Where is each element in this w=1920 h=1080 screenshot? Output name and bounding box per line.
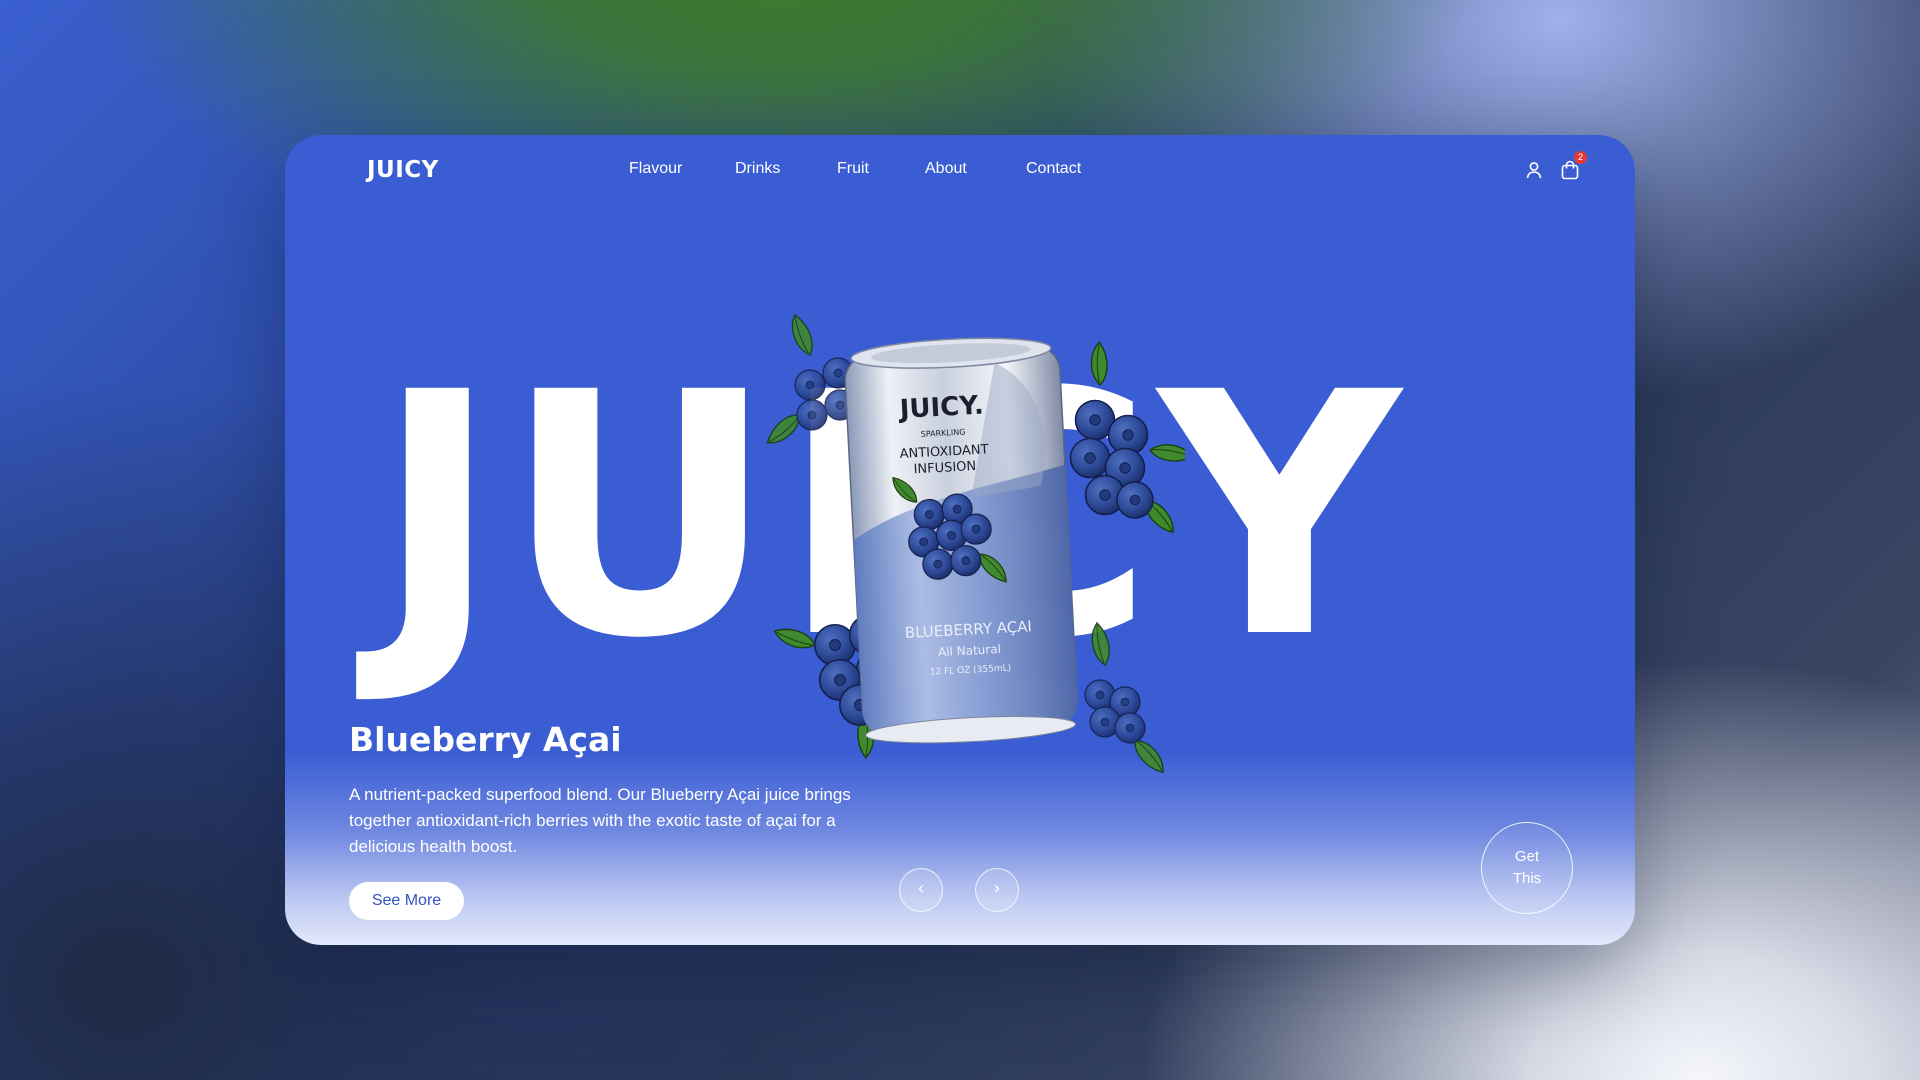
product-description: A nutrient-packed superfood blend. Our B… xyxy=(349,785,851,856)
nav-item-fruit[interactable]: Fruit xyxy=(837,160,869,178)
cart-count-badge: 2 xyxy=(1574,151,1587,164)
nav-item-drinks[interactable]: Drinks xyxy=(735,160,780,178)
nav-item-contact[interactable]: Contact xyxy=(1026,160,1081,178)
can-brand: JUICY. xyxy=(897,391,984,425)
chevron-right-icon[interactable]: › xyxy=(975,868,1019,912)
hero-card: JUICY Flavour Drinks Fruit About Contact… xyxy=(285,135,1635,945)
nav-item-about[interactable]: About xyxy=(925,160,967,178)
main-nav: Flavour Drinks Fruit About Contact xyxy=(285,160,1635,190)
product-image: JUICY. SPARKLING ANTIOXIDANT INFUSION BL… xyxy=(715,235,1195,875)
product-title: Blueberry Açai xyxy=(349,720,622,759)
get-this-button[interactable]: Get This xyxy=(1481,822,1573,914)
see-more-button[interactable]: See More xyxy=(349,882,464,920)
shopping-bag-icon[interactable]: 2 xyxy=(1559,151,1587,181)
user-icon[interactable] xyxy=(1523,159,1545,181)
header-icons: 2 xyxy=(1523,151,1587,181)
chevron-left-icon[interactable]: ‹ xyxy=(899,868,943,912)
nav-item-flavour[interactable]: Flavour xyxy=(629,160,682,178)
